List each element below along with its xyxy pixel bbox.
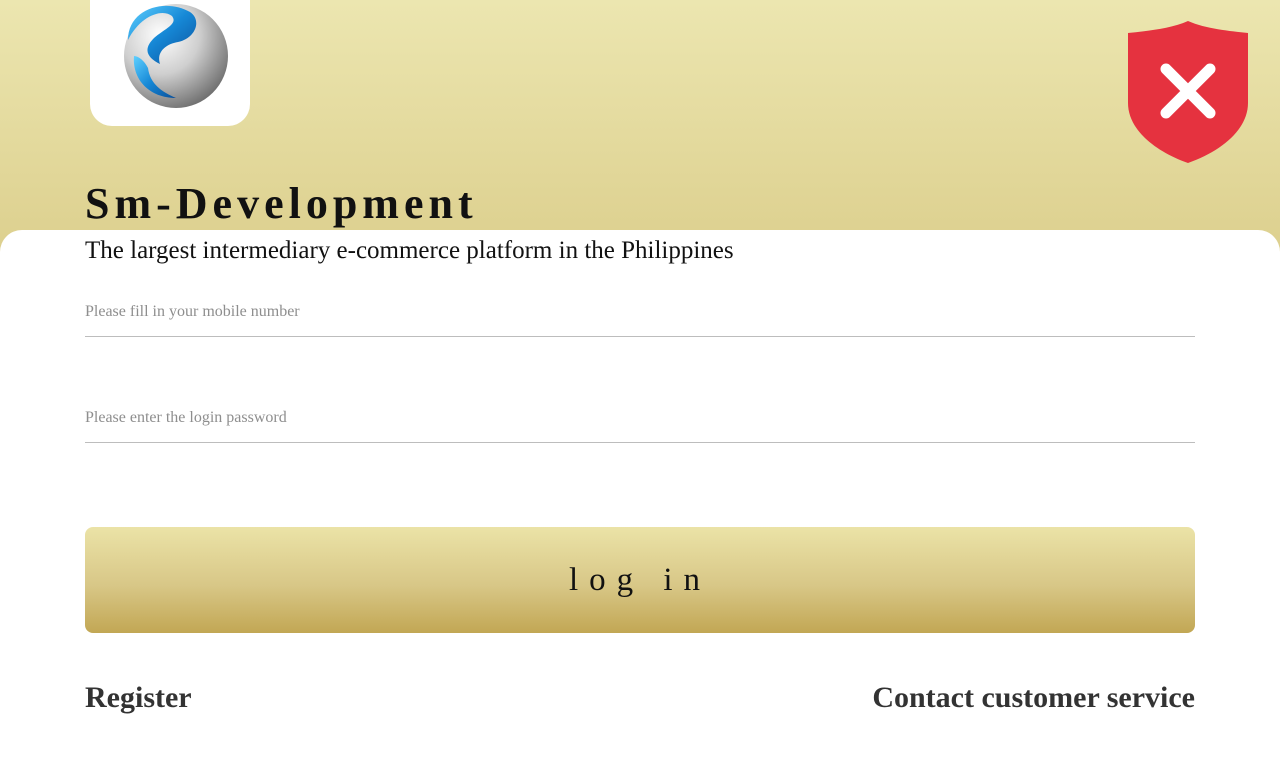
- app-logo: [90, 0, 250, 126]
- close-shield-button[interactable]: [1126, 19, 1250, 165]
- login-button[interactable]: log in: [85, 527, 1195, 633]
- contact-customer-service-link[interactable]: Contact customer service: [872, 680, 1195, 716]
- register-link[interactable]: Register: [85, 680, 192, 716]
- mobile-number-input[interactable]: [85, 288, 1195, 337]
- app-tagline: The largest intermediary e-commerce plat…: [85, 237, 734, 264]
- sphere-logo-icon: [124, 4, 228, 108]
- shield-close-icon: [1128, 21, 1248, 163]
- app-title: Sm-Development: [85, 179, 478, 228]
- password-input[interactable]: [85, 394, 1195, 443]
